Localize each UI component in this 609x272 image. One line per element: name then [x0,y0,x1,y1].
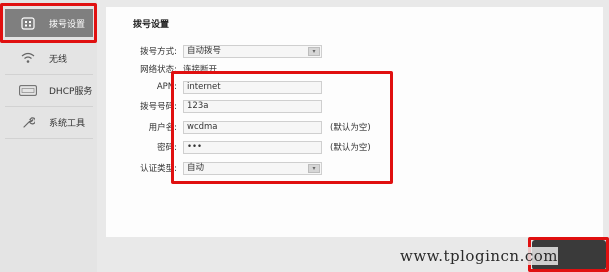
dial-mode-label: 拨号方式: [140,47,177,57]
sidebar-item-label: 系统工具 [49,118,86,129]
page-title: 拨号设置 [133,20,170,30]
sidebar-item-wireless[interactable]: 无线 [5,44,93,72]
sidebar-item-label: 无线 [49,54,68,65]
divider [5,106,93,107]
apn-label: APN: [156,82,177,92]
dial-mode-select[interactable]: 自动拨号 ▾ [183,44,322,58]
wifi-icon [17,51,39,65]
password-label: 密码: [157,143,177,153]
divider [5,74,93,75]
sidebar-item-dhcp[interactable]: DHCP服务 [5,76,93,104]
username-label: 用户名: [148,123,177,133]
sidebar-item-label: DHCP服务 [49,86,93,97]
auth-type-label: 认证类型: [140,164,177,174]
network-status-label: 网络状态: [140,65,177,75]
wrench-icon [17,115,39,129]
highlight-box-fields [171,71,393,184]
chevron-down-icon[interactable]: ▾ [308,46,320,56]
watermark: www.tplogincn.com [400,247,559,265]
dhcp-icon [17,83,39,97]
dial-mode-value: 自动拨号 [187,45,222,56]
sidebar-item-system-tools[interactable]: 系统工具 [5,108,93,136]
dial-mode-row: 拨号方式: 自动拨号 ▾ [114,43,322,59]
divider [5,138,93,139]
highlight-box-sidebar [0,3,97,43]
dial-number-label: 拨号号码: [140,102,177,112]
